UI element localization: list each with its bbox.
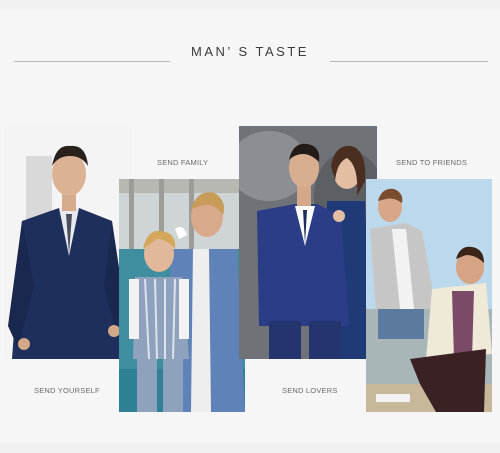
title-divider-left bbox=[14, 61, 170, 62]
photo-couple-lovers bbox=[239, 126, 377, 359]
caption-send-to-friends: SEND TO FRIENDS bbox=[396, 158, 468, 167]
banner-title: MAN’ S TASTE bbox=[191, 44, 309, 59]
photo-father-and-son bbox=[119, 179, 245, 412]
caption-send-lovers: SEND LOVERS bbox=[282, 386, 338, 395]
photo-friends bbox=[366, 179, 492, 412]
caption-send-yourself: SEND YOURSELF bbox=[34, 386, 100, 395]
caption-send-family: SEND FAMILY bbox=[157, 158, 209, 167]
photo-man-in-navy-suit bbox=[4, 126, 132, 359]
title-divider-right bbox=[330, 61, 488, 62]
